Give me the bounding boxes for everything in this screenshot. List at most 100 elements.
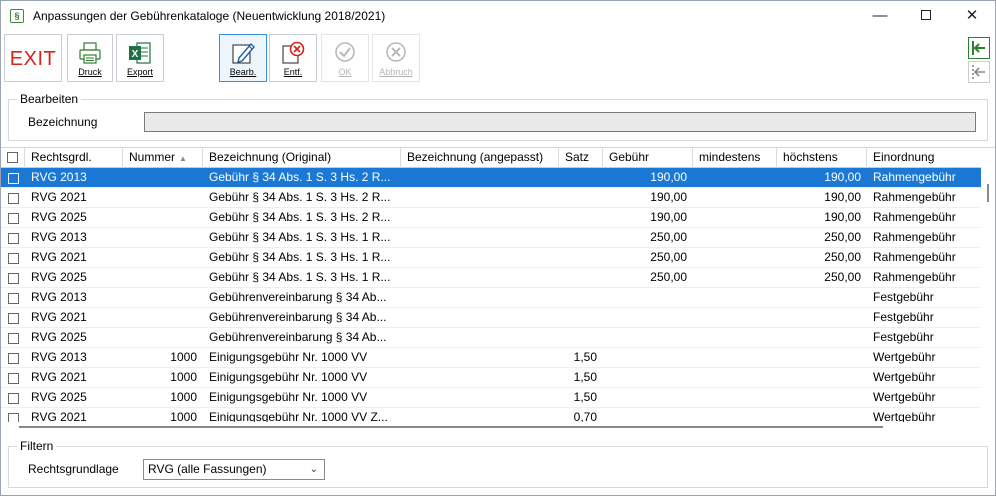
cell-bezeichnung-original: Gebühr § 34 Abs. 1 S. 3 Hs. 2 R... [209,210,391,224]
row-checkbox[interactable] [8,293,19,304]
exit-button[interactable]: EXIT [4,34,62,82]
row-checkbox[interactable] [8,233,19,244]
excel-icon: X [129,42,151,64]
row-checkbox[interactable] [8,273,19,284]
cell-gebuehr [603,348,693,368]
print-button[interactable]: Druck [67,34,113,82]
title-bar: § Anpassungen der Gebührenkataloge (Neue… [1,1,995,31]
delete-icon [282,41,305,64]
cell-bezeichnung-angepasst [401,228,559,248]
table-row[interactable]: RVG 2025 Gebühr § 34 Abs. 1 S. 3 Hs. 1 R.… [1,268,981,288]
vertical-scroll-thumb[interactable] [987,184,989,202]
rechtsgrundlage-select[interactable]: RVG (alle Fassungen) ⌄ [143,459,325,480]
vertical-scrollbar[interactable] [981,168,995,429]
row-checkbox[interactable] [8,213,19,224]
cell-bezeichnung-original: Gebühr § 34 Abs. 1 S. 3 Hs. 1 R... [209,270,391,284]
cell-bezeichnung-original: Gebührenvereinbarung § 34 Ab... [209,330,387,344]
filter-group-legend: Filtern [17,439,57,453]
column-header-hoechstens[interactable]: höchstens [777,148,867,168]
export-button[interactable]: X Export [116,34,164,82]
column-header-mindestens[interactable]: mindestens [693,148,777,168]
cell-rechtsgrdl: RVG 2013 [31,350,87,364]
cell-bezeichnung-angepasst [401,248,559,268]
cell-mindestens [693,208,777,228]
cell-bezeichnung-angepasst [401,348,559,368]
cell-mindestens [693,248,777,268]
horizontal-scrollbar[interactable] [1,422,981,429]
column-header-gebuehr[interactable]: Gebühr [603,148,693,168]
cell-bezeichnung-angepasst [401,308,559,328]
row-checkbox[interactable] [8,193,19,204]
cell-hoechstens: 190,00 [824,170,861,184]
print-label: Druck [78,67,102,77]
table-row[interactable]: RVG 2021 Gebührenvereinbarung § 34 Ab... F… [1,308,981,328]
delete-button[interactable]: Entf. [269,34,317,82]
cell-rechtsgrdl: RVG 2013 [31,290,87,304]
select-all-checkbox[interactable] [7,152,18,164]
cell-bezeichnung-original: Einigungsgebühr Nr. 1000 VV [209,390,368,404]
cell-bezeichnung-angepasst [401,208,559,228]
cell-mindestens [693,268,777,288]
table-row[interactable]: RVG 2013 1000 Einigungsgebühr Nr. 1000 VV 1… [1,348,981,368]
row-checkbox[interactable] [8,313,19,324]
table-row[interactable]: RVG 2013 Gebühr § 34 Abs. 1 S. 3 Hs. 2 R.… [1,168,981,188]
row-checkbox[interactable] [8,373,19,384]
cancel-label: Abbruch [379,67,413,77]
cell-bezeichnung-angepasst [401,368,559,388]
select-all-header[interactable] [1,148,25,168]
row-checkbox[interactable] [8,353,19,364]
row-checkbox[interactable] [8,173,19,184]
cell-einordnung: Rahmengebühr [873,170,956,184]
cell-mindestens [693,168,777,188]
cell-bezeichnung-original: Gebühr § 34 Abs. 1 S. 3 Hs. 2 R... [209,170,391,184]
cell-mindestens [693,388,777,408]
column-header-rechtsgrdl[interactable]: Rechtsgrdl. [25,148,123,168]
table-row[interactable]: RVG 2013 Gebührenvereinbarung § 34 Ab... F… [1,288,981,308]
row-checkbox[interactable] [8,393,19,404]
edit-label: Bearb. [229,67,257,77]
nav-back-button[interactable] [968,61,990,83]
cell-rechtsgrdl: RVG 2025 [31,210,87,224]
nav-back-first-button[interactable] [968,37,990,59]
table-row[interactable]: RVG 2021 Gebühr § 34 Abs. 1 S. 3 Hs. 2 R.… [1,188,981,208]
maximize-button[interactable] [903,1,949,31]
table-row[interactable]: RVG 2021 1000 Einigungsgebühr Nr. 1000 VV 1… [1,368,981,388]
cell-nummer: 1000 [170,370,197,384]
cancel-button[interactable]: Abbruch [372,34,420,82]
cell-satz [559,208,603,228]
table-row[interactable]: RVG 2025 Gebühr § 34 Abs. 1 S. 3 Hs. 2 R.… [1,208,981,228]
bezeichnung-field[interactable] [144,112,976,132]
table-row[interactable]: RVG 2013 Gebühr § 34 Abs. 1 S. 3 Hs. 1 R.… [1,228,981,248]
cell-gebuehr [603,288,693,308]
chevron-down-icon: ⌄ [309,464,318,475]
cell-mindestens [693,228,777,248]
cell-hoechstens [777,308,867,328]
close-button[interactable]: ✕ [949,1,995,31]
cell-mindestens [693,328,777,348]
cell-rechtsgrdl: RVG 2025 [31,390,87,404]
edit-group: Bearbeiten Bezeichnung [8,92,988,141]
column-header-einordnung[interactable]: Einordnung [867,148,981,168]
cell-nummer [123,188,203,208]
table-row[interactable]: RVG 2021 Gebühr § 34 Abs. 1 S. 3 Hs. 1 R.… [1,248,981,268]
cell-nummer [123,268,203,288]
row-checkbox[interactable] [8,253,19,264]
horizontal-scroll-thumb[interactable] [19,426,883,428]
cell-satz [559,248,603,268]
column-header-nummer[interactable]: Nummer ▲ [123,148,203,168]
column-header-bezeichnung-angepasst[interactable]: Bezeichnung (angepasst) [401,148,559,168]
column-header-bezeichnung-original[interactable]: Bezeichnung (Original) [203,148,401,168]
ok-button[interactable]: OK [321,34,369,82]
cell-einordnung: Rahmengebühr [873,230,956,244]
cell-bezeichnung-angepasst [401,268,559,288]
cell-mindestens [693,368,777,388]
table-row[interactable]: RVG 2025 1000 Einigungsgebühr Nr. 1000 VV 1… [1,388,981,408]
cell-bezeichnung-angepasst [401,288,559,308]
table-row[interactable]: RVG 2025 Gebührenvereinbarung § 34 Ab... F… [1,328,981,348]
row-checkbox[interactable] [8,333,19,344]
minimize-button[interactable]: — [857,1,903,31]
cell-gebuehr [603,388,693,408]
column-header-satz[interactable]: Satz [559,148,603,168]
cell-satz [559,188,603,208]
edit-button[interactable]: Bearb. [219,34,267,82]
